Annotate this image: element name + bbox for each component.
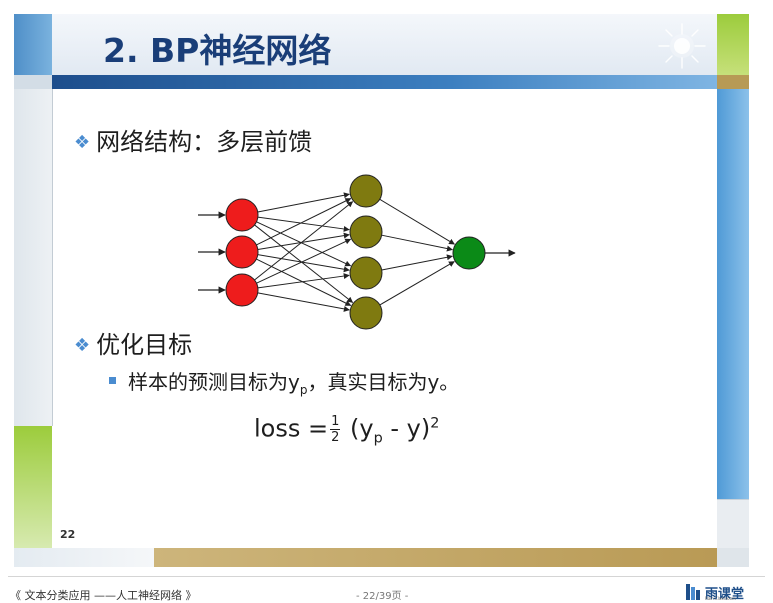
fraction-denominator: 2	[331, 430, 340, 445]
footer-document-title: 《 文本分类应用 ——人工神经网络 》	[10, 589, 197, 602]
formula-mid: - y)	[382, 414, 431, 443]
frame-bottom-left	[14, 548, 154, 567]
bullet-text: 网络结构：多层前馈	[96, 128, 313, 156]
output-neuron	[452, 236, 486, 270]
bullet-network-structure: ❖ 网络结构：多层前馈	[74, 122, 312, 157]
sub-bullet-targets: 样本的预测目标为yp，真实目标为y。	[109, 366, 459, 397]
formula-open: (y	[350, 414, 374, 443]
slide-page-number: 22	[60, 528, 76, 541]
fraction-numerator: 1	[330, 414, 341, 430]
input-neuron	[225, 198, 259, 232]
connection-edge	[257, 216, 350, 232]
frame-stripe-right	[717, 75, 749, 89]
formula-lhs: loss =	[254, 414, 329, 443]
input-neuron	[225, 273, 259, 307]
slide-title: 2. BP神经网络	[103, 31, 332, 70]
connection-edge	[257, 254, 350, 273]
connection-edge	[381, 234, 453, 252]
diamond-bullet-icon: ❖	[74, 335, 91, 356]
frame-right-column-blue	[717, 89, 749, 499]
frame-bottom-bar	[154, 548, 717, 567]
connection-edge	[381, 254, 453, 271]
bullet-optimization-goal: ❖ 优化目标	[74, 325, 192, 360]
loss-formula: loss = 1 2 (yp - y)2	[254, 414, 439, 446]
footer-page-indicator: - 22/39页 -	[356, 591, 409, 602]
connection-edge	[257, 292, 350, 312]
connection-edge	[256, 258, 352, 306]
logo-brand-subtext: Rain Classroom	[705, 596, 736, 601]
hidden-neuron	[349, 256, 383, 290]
title-underline-stripe	[52, 75, 717, 89]
connection-edge	[257, 232, 350, 250]
diamond-bullet-icon: ❖	[74, 132, 91, 153]
sub-bullet-text: 样本的预测目标为y	[128, 370, 300, 394]
frame-left-column-green	[14, 426, 52, 548]
logo-mark-icon	[686, 584, 700, 600]
frame-block-top-right	[717, 14, 749, 75]
frame-bottom-right	[717, 548, 749, 567]
hidden-neuron	[349, 215, 383, 249]
connection-edge	[256, 198, 352, 246]
frame-block-top-left	[14, 14, 52, 75]
sub-bullet-text-end: ，真实目标为y。	[307, 370, 460, 394]
frame-right-column-gray	[717, 499, 749, 549]
hidden-neuron	[349, 174, 383, 208]
bullet-text: 优化目标	[96, 331, 193, 359]
rain-classroom-logo: 雨课堂 Rain Classroom	[686, 582, 748, 602]
frame-stripe-left	[14, 75, 52, 89]
hidden-neuron	[349, 296, 383, 330]
connection-edge	[257, 273, 350, 289]
formula-subscript: p	[373, 430, 383, 447]
input-neuron	[225, 235, 259, 269]
neural-network-diagram	[198, 174, 516, 330]
fraction-one-half: 12	[330, 414, 341, 445]
connection-edge	[257, 192, 350, 213]
formula-superscript: 2	[430, 415, 440, 432]
square-bullet-icon	[109, 377, 116, 384]
sparkle-icon	[658, 23, 706, 69]
footer-divider	[8, 576, 765, 577]
network-nodes	[225, 174, 486, 330]
frame-left-column	[14, 89, 53, 426]
